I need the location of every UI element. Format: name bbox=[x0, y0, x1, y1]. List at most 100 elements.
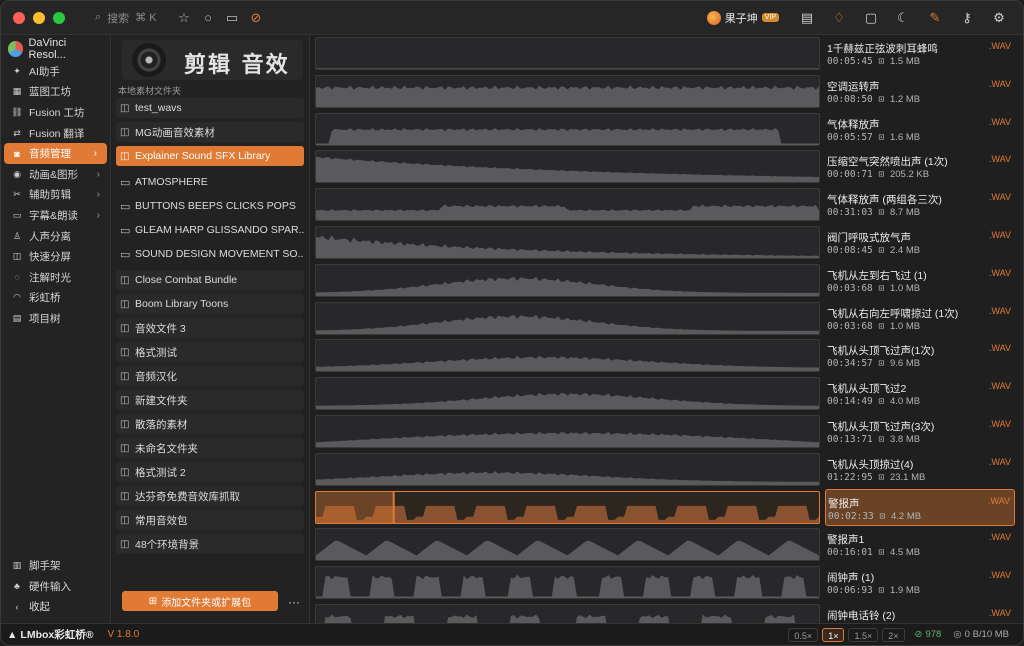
sound-meta[interactable]: 飞机从头顶掠过(4) .WAV 01:22:95 ⊡ 23.1 MB bbox=[825, 451, 1015, 488]
sidebar-item-8[interactable]: ♙ 人声分离 bbox=[1, 226, 110, 247]
sound-row[interactable]: 飞机从右向左呼啸掠过 (1次) .WAV 00:03:68 ⊡ 1.0 MB bbox=[313, 300, 1015, 336]
sound-meta[interactable]: 警报声1 .WAV 00:16:01 ⊡ 4.5 MB bbox=[825, 526, 1015, 563]
sound-meta[interactable]: 气体释放声 .WAV 00:05:57 ⊡ 1.6 MB bbox=[825, 111, 1015, 148]
lightbulb-icon[interactable]: ♢ bbox=[825, 10, 853, 26]
user-profile[interactable]: 果子坤 VIP bbox=[706, 10, 779, 26]
sidebar-bottom-item-1[interactable]: ♣ 硬件输入 bbox=[1, 576, 110, 597]
sidebar-bottom-item-2[interactable]: ‹ 收起 bbox=[1, 596, 110, 617]
folder-item[interactable]: ◫ 常用音效包 bbox=[116, 510, 304, 530]
sound-row[interactable]: 闹钟电话铃 (2) .WAV bbox=[313, 602, 1015, 623]
maximize-window-button[interactable] bbox=[53, 11, 65, 24]
sidebar-item-2[interactable]: ⛓ Fusion 工坊 bbox=[1, 102, 110, 123]
sound-row[interactable]: 飞机从头顶掠过(4) .WAV 01:22:95 ⊡ 23.1 MB bbox=[313, 451, 1015, 487]
folder-item[interactable]: ◫ 48个环境背景 bbox=[116, 534, 304, 554]
sound-meta[interactable]: 闹钟电话铃 (2) .WAV bbox=[825, 602, 1015, 623]
sound-row[interactable]: 警报声1 .WAV 00:16:01 ⊡ 4.5 MB bbox=[313, 526, 1015, 562]
folder-item[interactable]: ◫ Close Combat Bundle bbox=[116, 270, 304, 290]
sound-row[interactable]: 飞机从左到右飞过 (1) .WAV 00:03:68 ⊡ 1.0 MB bbox=[313, 262, 1015, 298]
sidebar-item-10[interactable]: ◌ 注解时光 bbox=[1, 267, 110, 288]
waveform[interactable] bbox=[315, 604, 820, 623]
folder-item[interactable]: ◫ Boom Library Toons bbox=[116, 294, 304, 314]
circle-icon[interactable]: ○ bbox=[197, 10, 219, 26]
sound-meta[interactable]: 压缩空气突然喷出声 (1次) .WAV 00:00:71 ⊡ 205.2 KB bbox=[825, 148, 1015, 185]
speed-button[interactable]: 2× bbox=[882, 627, 905, 642]
key-icon[interactable]: ⚷ bbox=[953, 10, 981, 26]
folder-item[interactable]: ◫ 格式测试 bbox=[116, 342, 304, 362]
star-icon[interactable]: ☆ bbox=[173, 10, 195, 26]
sound-meta[interactable]: 飞机从头顶飞过声(3次) .WAV 00:13:71 ⊡ 3.8 MB bbox=[825, 413, 1015, 450]
sound-row[interactable]: 闹钟声 (1) .WAV 00:06:93 ⊡ 1.9 MB bbox=[313, 564, 1015, 600]
more-options-button[interactable]: ··· bbox=[288, 595, 300, 609]
app-selector[interactable]: DaVinci Resol... bbox=[1, 35, 110, 61]
folder-item[interactable]: ◫ 达芬奇免费音效库抓取 bbox=[116, 486, 304, 506]
folder-item[interactable]: ◫ 格式测试 2 bbox=[116, 462, 304, 482]
sidebar-bottom-item-0[interactable]: ▥ 脚手架 bbox=[1, 555, 110, 576]
folder-item[interactable]: ◫ test_wavs bbox=[116, 98, 304, 118]
waveform[interactable] bbox=[315, 188, 820, 222]
sound-meta[interactable]: 气体释放声 (两组各三次) .WAV 00:31:03 ⊡ 8.7 MB bbox=[825, 186, 1015, 223]
sound-row[interactable]: 气体释放声 .WAV 00:05:57 ⊡ 1.6 MB bbox=[313, 111, 1015, 147]
sidebar-item-12[interactable]: ▤ 项目树 bbox=[1, 308, 110, 329]
moon-icon[interactable]: ☾ bbox=[889, 10, 917, 26]
waveform[interactable] bbox=[315, 452, 820, 486]
speed-button[interactable]: 0.5× bbox=[788, 627, 819, 642]
waveform[interactable] bbox=[315, 226, 820, 259]
sound-meta[interactable]: 阀门呼吸式放气声 .WAV 00:08:45 ⊡ 2.4 MB bbox=[825, 224, 1015, 261]
waveform[interactable] bbox=[315, 377, 820, 411]
waveform[interactable] bbox=[315, 263, 820, 297]
pin-icon[interactable]: ✎ bbox=[921, 10, 949, 26]
sound-row[interactable]: 警报声 .WAV 00:02:33 ⊡ 4.2 MB bbox=[313, 488, 1015, 526]
sound-row[interactable]: 飞机从头顶飞过声(3次) .WAV 00:13:71 ⊡ 3.8 MB bbox=[313, 413, 1015, 449]
folder-item[interactable]: ◫ 音频汉化 bbox=[116, 366, 304, 386]
settings-gear-icon[interactable]: ⚙ bbox=[985, 10, 1013, 26]
folder-item[interactable]: ◫ 散落的素材 bbox=[116, 414, 304, 434]
folder-item[interactable]: ▭ ATMOSPHERE bbox=[116, 172, 304, 192]
folder-item[interactable]: ◫ 新建文件夹 bbox=[116, 390, 304, 410]
sound-row[interactable]: 气体释放声 (两组各三次) .WAV 00:31:03 ⊡ 8.7 MB bbox=[313, 186, 1015, 222]
sidebar-item-7[interactable]: ▭ 字幕&朗读 › bbox=[1, 205, 110, 226]
speed-button[interactable]: 1× bbox=[822, 627, 845, 642]
sidebar-item-6[interactable]: ✂ 辅助剪辑 › bbox=[1, 185, 110, 206]
chat-icon[interactable]: ▢ bbox=[857, 10, 885, 26]
sidebar-item-4[interactable]: ◙ 音频管理 › bbox=[4, 143, 107, 164]
sound-row[interactable]: 飞机从头顶飞过2 .WAV 00:14:49 ⊡ 4.0 MB bbox=[313, 375, 1015, 411]
sound-row[interactable]: 阀门呼吸式放气声 .WAV 00:08:45 ⊡ 2.4 MB bbox=[313, 224, 1015, 260]
waveform[interactable] bbox=[315, 150, 820, 184]
folder-item[interactable]: ◫ 未命名文件夹 bbox=[116, 438, 304, 458]
sound-meta[interactable]: 飞机从左到右飞过 (1) .WAV 00:03:68 ⊡ 1.0 MB bbox=[825, 262, 1015, 299]
waveform[interactable] bbox=[315, 415, 820, 448]
waveform[interactable] bbox=[315, 490, 820, 524]
sound-meta[interactable]: 1千赫兹正弦波刺耳蜂鸣 .WAV 00:05:45 ⊡ 1.5 MB bbox=[825, 35, 1015, 72]
sidebar-item-9[interactable]: ◫ 快速分屏 bbox=[1, 246, 110, 267]
folder-item[interactable]: ◫ 音效文件 3 bbox=[116, 318, 304, 338]
close-window-button[interactable] bbox=[13, 11, 25, 24]
sidebar-item-1[interactable]: ▦ 蓝图工坊 bbox=[1, 82, 110, 103]
sound-meta[interactable]: 飞机从右向左呼啸掠过 (1次) .WAV 00:03:68 ⊡ 1.0 MB bbox=[825, 300, 1015, 337]
sound-row[interactable]: 1千赫兹正弦波刺耳蜂鸣 .WAV 00:05:45 ⊡ 1.5 MB bbox=[313, 35, 1015, 71]
folder-item[interactable]: ▭ BUTTONS BEEPS CLICKS POPS bbox=[116, 196, 304, 216]
waveform[interactable] bbox=[315, 566, 820, 600]
waveform[interactable] bbox=[315, 301, 820, 335]
waveform[interactable] bbox=[315, 339, 820, 373]
folder-icon[interactable]: ▭ bbox=[221, 10, 243, 26]
sound-row[interactable]: 空调运转声 .WAV 00:08:50 ⊡ 1.2 MB bbox=[313, 73, 1015, 109]
waveform[interactable] bbox=[315, 112, 820, 146]
sound-meta[interactable]: 空调运转声 .WAV 00:08:50 ⊡ 1.2 MB bbox=[825, 73, 1015, 110]
sound-meta[interactable]: 警报声 .WAV 00:02:33 ⊡ 4.2 MB bbox=[825, 488, 1015, 526]
sidebar-item-11[interactable]: ◠ 彩虹桥 bbox=[1, 288, 110, 309]
minimize-window-button[interactable] bbox=[33, 11, 45, 24]
sound-row[interactable]: 飞机从头顶飞过声(1次) .WAV 00:34:57 ⊡ 9.6 MB bbox=[313, 337, 1015, 373]
sidebar-item-3[interactable]: ⇄ Fusion 翻译 bbox=[1, 123, 110, 144]
sidebar-item-0[interactable]: ✦ AI助手 bbox=[1, 61, 110, 82]
folder-item[interactable]: ▭ SOUND DESIGN MOVEMENT SO... bbox=[116, 244, 304, 264]
sound-meta[interactable]: 飞机从头顶飞过声(1次) .WAV 00:34:57 ⊡ 9.6 MB bbox=[825, 337, 1015, 374]
sound-row[interactable]: 压缩空气突然喷出声 (1次) .WAV 00:00:71 ⊡ 205.2 KB bbox=[313, 148, 1015, 184]
waveform[interactable] bbox=[315, 37, 820, 70]
add-folder-button[interactable]: ⊞ 添加文件夹或扩展包 bbox=[122, 591, 278, 611]
waveform[interactable] bbox=[315, 74, 820, 108]
calendar-icon[interactable]: ▤ bbox=[793, 10, 821, 26]
folder-item[interactable]: ▭ GLEAM HARP GLISSANDO SPAR... bbox=[116, 220, 304, 240]
search-box[interactable]: ⌕ 搜索 ⌘ K bbox=[95, 10, 167, 26]
folder-item[interactable]: ◫ Explainer Sound SFX Library bbox=[116, 146, 304, 166]
sound-meta[interactable]: 闹钟声 (1) .WAV 00:06:93 ⊡ 1.9 MB bbox=[825, 564, 1015, 601]
